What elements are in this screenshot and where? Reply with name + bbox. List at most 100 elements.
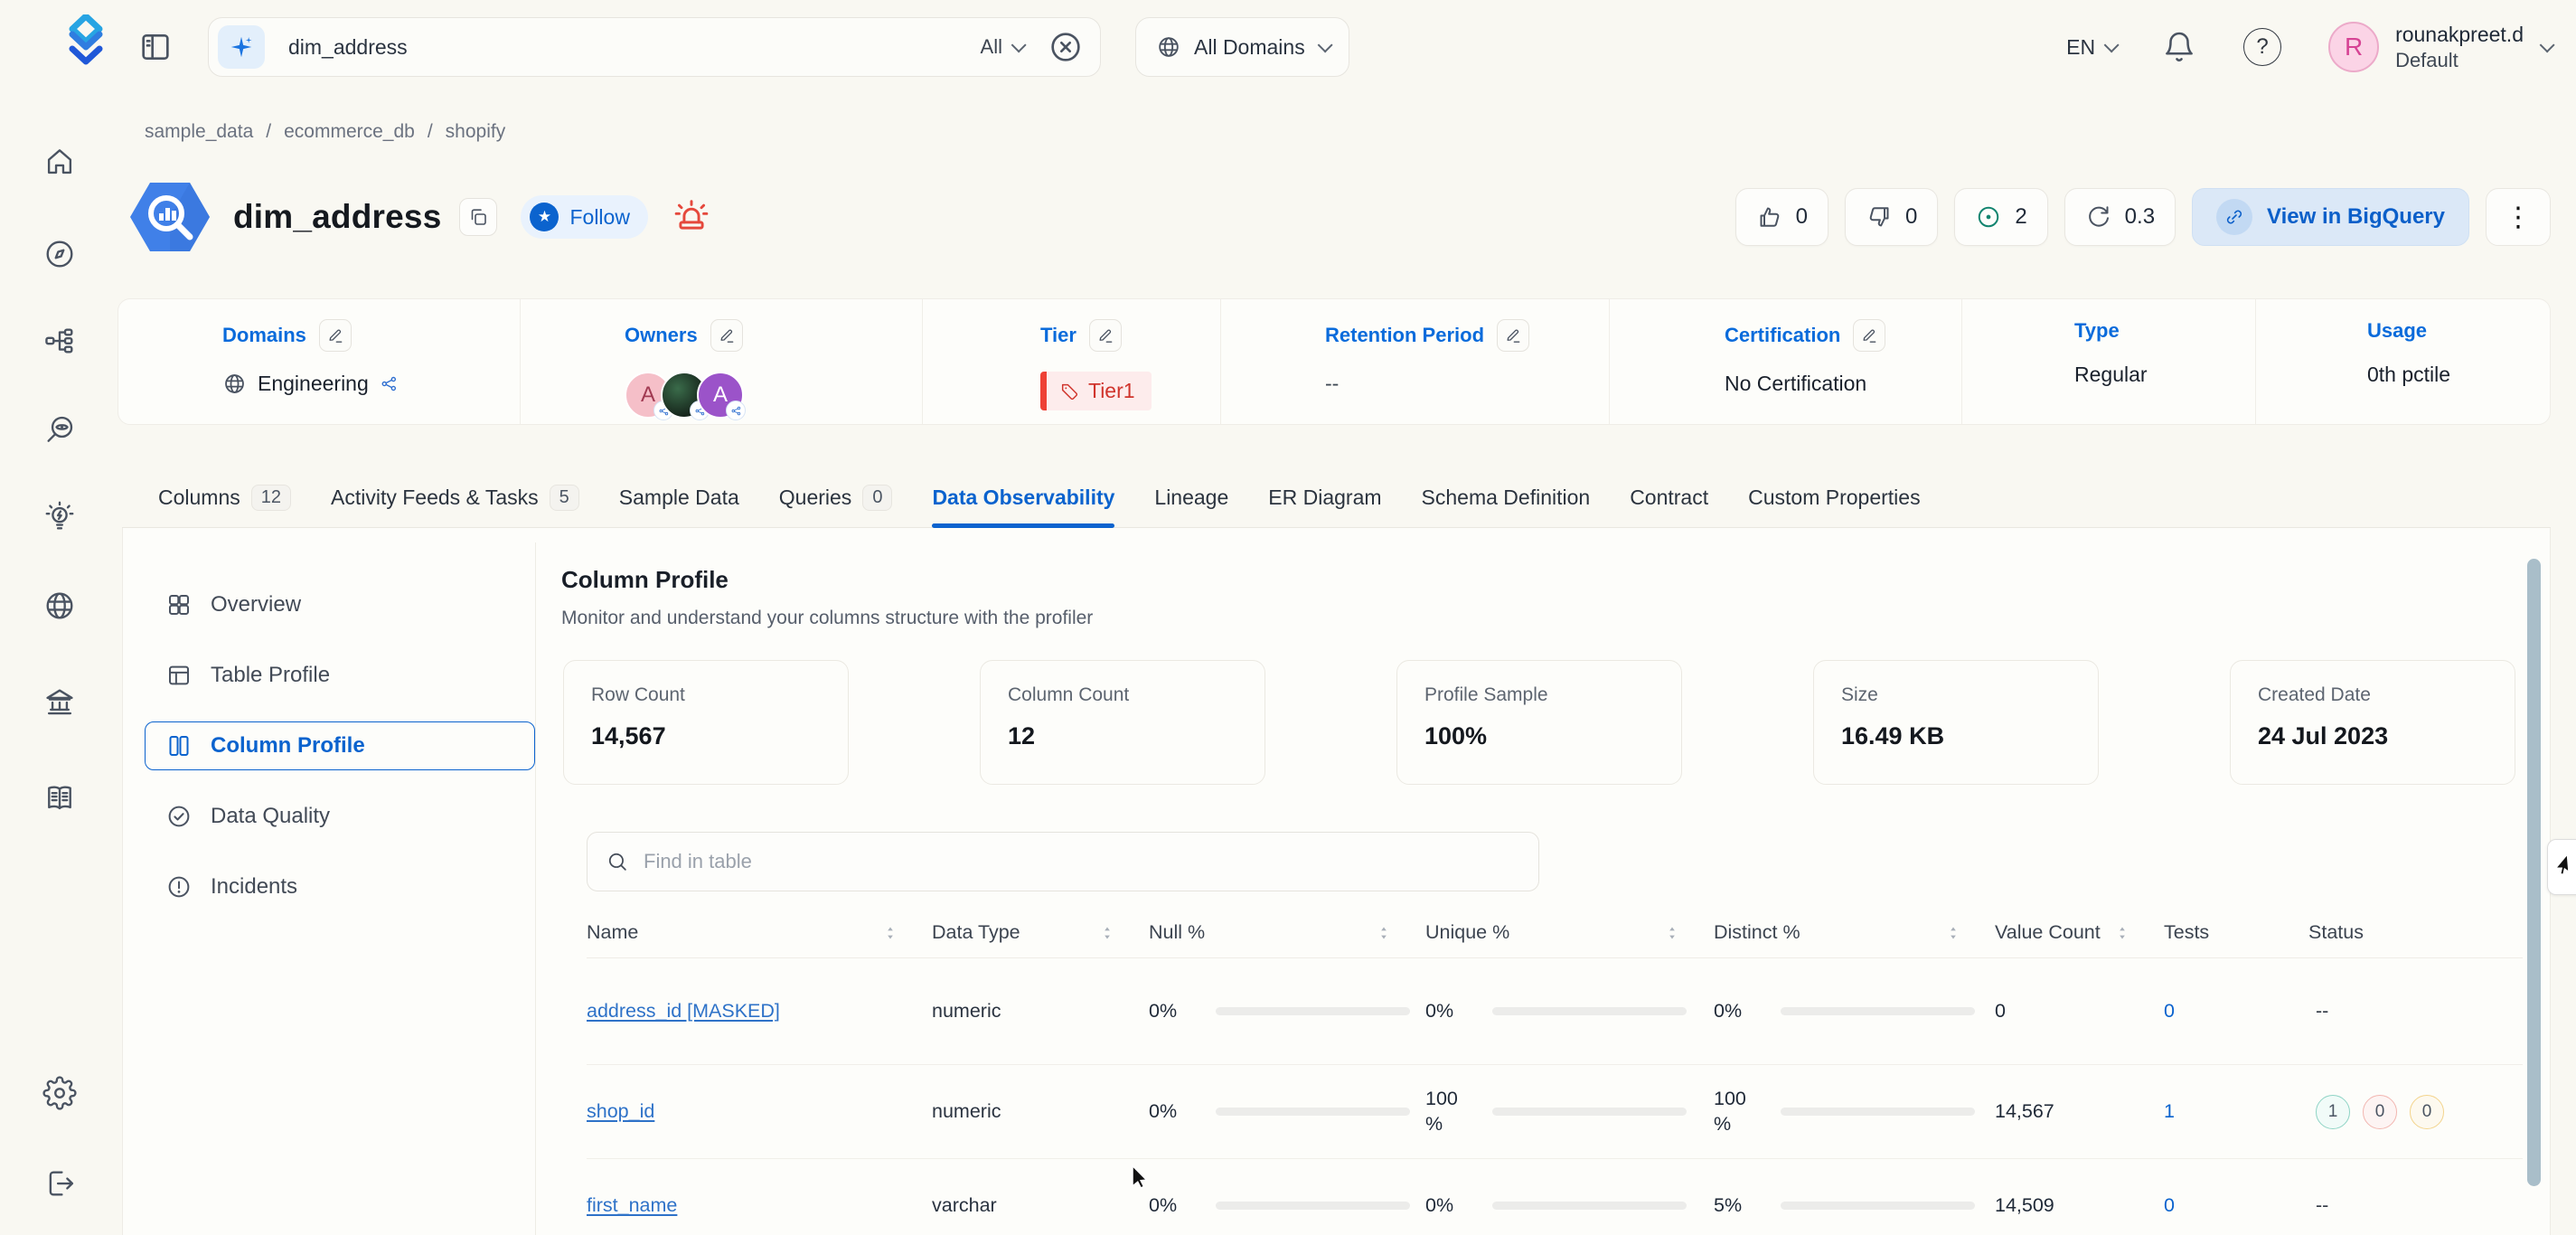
column-header-data-type[interactable]: Data Type <box>932 921 1149 944</box>
edit-retention-button[interactable] <box>1497 319 1529 352</box>
column-link-address-id-masked[interactable]: address_id [MASKED] <box>587 1000 932 1023</box>
tab-schema-definition[interactable]: Schema Definition <box>1422 467 1591 527</box>
column-header-name[interactable]: Name <box>587 921 932 944</box>
subnav-item-data-quality[interactable]: Data Quality <box>145 792 535 841</box>
data-type-cell: varchar <box>932 1194 1149 1217</box>
alert-siren-icon[interactable] <box>672 197 711 237</box>
section-subtitle: Monitor and understand your columns stru… <box>561 608 1093 629</box>
column-header-label: Tests <box>2164 921 2209 944</box>
nav-lineage-button[interactable] <box>42 324 79 360</box>
edit-owners-button[interactable] <box>710 319 743 352</box>
nav-governance-button[interactable] <box>42 685 79 721</box>
test-status-badge-aborted[interactable]: 0 <box>2410 1095 2444 1129</box>
stat-value: 100% <box>1424 722 1681 750</box>
tab-label: Lineage <box>1154 486 1228 510</box>
sidebar-toggle-button[interactable] <box>137 29 174 65</box>
edit-certification-button[interactable] <box>1853 319 1885 352</box>
sort-icon <box>881 924 899 942</box>
nav-domains-button[interactable] <box>42 589 79 625</box>
chevron-down-icon <box>1011 37 1027 52</box>
column-link-shop-id[interactable]: shop_id <box>587 1100 932 1123</box>
search-clear-button[interactable] <box>1048 29 1084 65</box>
unique-pct-value: 0% <box>1425 999 1478 1024</box>
tab-label: Activity Feeds & Tasks <box>331 486 539 510</box>
tests-link[interactable]: 1 <box>2164 1100 2308 1123</box>
column-link-first-name[interactable]: first_name <box>587 1194 932 1217</box>
view-in-bigquery-button[interactable]: View in BigQuery <box>2192 188 2469 246</box>
breadcrumb-separator: / <box>266 121 271 143</box>
tab-contract[interactable]: Contract <box>1630 467 1708 527</box>
language-dropdown[interactable]: EN <box>2066 35 2115 60</box>
column-header-unique[interactable]: Unique % <box>1425 921 1714 944</box>
domain-link[interactable]: Engineering <box>258 372 369 396</box>
find-in-table-input[interactable] <box>644 850 1520 873</box>
distinct-pct-bar <box>1781 1108 1975 1116</box>
nav-settings-button[interactable] <box>42 1076 79 1112</box>
nav-observability-button[interactable] <box>42 412 79 448</box>
owner-avatar[interactable]: A <box>697 372 744 419</box>
subnav-item-overview[interactable]: Overview <box>145 580 535 629</box>
notifications-bell-icon[interactable] <box>2162 30 2196 64</box>
subnav-item-table-profile[interactable]: Table Profile <box>145 651 535 700</box>
nav-home-button[interactable] <box>42 145 79 181</box>
unique-pct-cell: 0% <box>1425 999 1714 1024</box>
version-button[interactable]: 0.3 <box>2064 188 2176 246</box>
test-status-badge-success[interactable]: 1 <box>2316 1095 2350 1129</box>
breadcrumb-item-sample-data[interactable]: sample_data <box>145 121 253 143</box>
nav-glossary-button[interactable] <box>42 781 79 817</box>
tab-queries[interactable]: Queries0 <box>779 467 893 527</box>
user-menu[interactable]: R rounakpreet.d Default <box>2328 22 2551 72</box>
tests-link[interactable]: 0 <box>2164 1194 2308 1217</box>
nav-insights-button[interactable] <box>42 500 79 536</box>
help-button[interactable]: ? <box>2243 28 2281 66</box>
table-search[interactable] <box>587 832 1539 891</box>
tab-label: Schema Definition <box>1422 486 1591 510</box>
column-header-null[interactable]: Null % <box>1149 921 1425 944</box>
tab-sample-data[interactable]: Sample Data <box>619 467 739 527</box>
stat-label: Row Count <box>591 684 848 706</box>
nav-logout-button[interactable] <box>42 1166 79 1202</box>
vertical-scrollbar[interactable] <box>2527 559 2541 1186</box>
stat-label: Column Count <box>1008 684 1264 706</box>
tab-label: Sample Data <box>619 486 739 510</box>
upvote-button[interactable]: 0 <box>1735 188 1829 246</box>
copy-name-button[interactable] <box>459 198 497 236</box>
unique-pct-bar <box>1492 1202 1687 1210</box>
app-logo-icon[interactable] <box>54 14 118 76</box>
column-header-label: Data Type <box>932 921 1020 944</box>
breadcrumb-item-ecommerce-db[interactable]: ecommerce_db <box>284 121 415 143</box>
subnav-item-incidents[interactable]: Incidents <box>145 863 535 911</box>
distinct-pct-value: 0% <box>1714 999 1766 1024</box>
test-status-badge-failed[interactable]: 0 <box>2363 1095 2397 1129</box>
search-scope-dropdown[interactable]: All <box>981 35 1022 59</box>
unique-pct-cell: 0% <box>1425 1193 1714 1219</box>
global-search[interactable]: All <box>208 17 1101 77</box>
tests-link[interactable]: 0 <box>2164 1000 2308 1023</box>
stat-card-size: Size16.49 KB <box>1813 660 2099 785</box>
tab-er-diagram[interactable]: ER Diagram <box>1268 467 1381 527</box>
edit-tier-button[interactable] <box>1089 319 1122 352</box>
views-counter[interactable]: 2 <box>1954 188 2047 246</box>
follow-button[interactable]: ★ Follow <box>521 195 647 239</box>
tab-lineage[interactable]: Lineage <box>1154 467 1228 527</box>
downvote-button[interactable]: 0 <box>1845 188 1938 246</box>
column-header-label: Value Count <box>1995 921 2101 944</box>
tab-columns[interactable]: Columns12 <box>158 467 291 527</box>
all-domains-dropdown[interactable]: All Domains <box>1135 17 1349 77</box>
column-header-distinct[interactable]: Distinct % <box>1714 921 1995 944</box>
status-cell: -- <box>2308 1194 2523 1217</box>
global-search-input[interactable] <box>288 35 981 60</box>
column-header-label: Name <box>587 921 638 944</box>
stat-label: Size <box>1841 684 2098 706</box>
tier-badge[interactable]: Tier1 <box>1040 372 1152 410</box>
more-actions-button[interactable]: ⋮ <box>2486 188 2551 246</box>
edit-domains-button[interactable] <box>319 319 352 352</box>
breadcrumb-item-shopify[interactable]: shopify <box>446 121 506 143</box>
tab-data-observability[interactable]: Data Observability <box>932 467 1114 527</box>
user-avatar: R <box>2328 22 2379 72</box>
tab-custom-properties[interactable]: Custom Properties <box>1748 467 1920 527</box>
subnav-item-column-profile[interactable]: Column Profile <box>145 721 535 770</box>
tab-activity-feeds-tasks[interactable]: Activity Feeds & Tasks5 <box>331 467 579 527</box>
column-header-value-count[interactable]: Value Count <box>1995 921 2164 944</box>
nav-explore-button[interactable] <box>42 237 79 273</box>
